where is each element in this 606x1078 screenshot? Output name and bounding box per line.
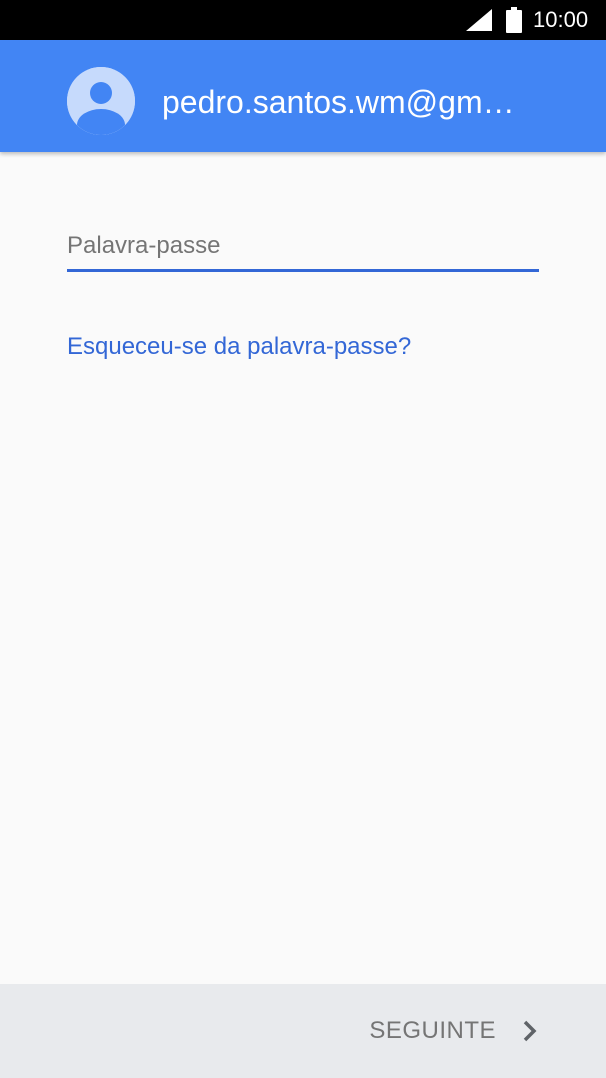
- battery-icon: [506, 7, 522, 33]
- signal-icon: [466, 9, 492, 31]
- forgot-password-link[interactable]: Esqueceu-se da palavra-passe?: [67, 331, 411, 363]
- next-button-label: SEGUINTE: [369, 1017, 496, 1044]
- sign-in-screen: 10:00 pedro.santos.wm@gm… Esqueceu-se da…: [0, 0, 606, 1078]
- bottom-action-bar: SEGUINTE: [0, 984, 606, 1078]
- status-time: 10:00: [533, 7, 589, 32]
- account-header: pedro.santos.wm@gm…: [0, 40, 606, 152]
- password-field[interactable]: [67, 224, 539, 272]
- next-button[interactable]: SEGUINTE: [358, 1002, 558, 1060]
- account-avatar-icon: [67, 67, 135, 135]
- chevron-right-icon: [523, 1020, 537, 1042]
- account-email: pedro.santos.wm@gm…: [162, 84, 515, 120]
- status-bar: 10:00: [0, 0, 606, 40]
- password-input[interactable]: [67, 224, 539, 268]
